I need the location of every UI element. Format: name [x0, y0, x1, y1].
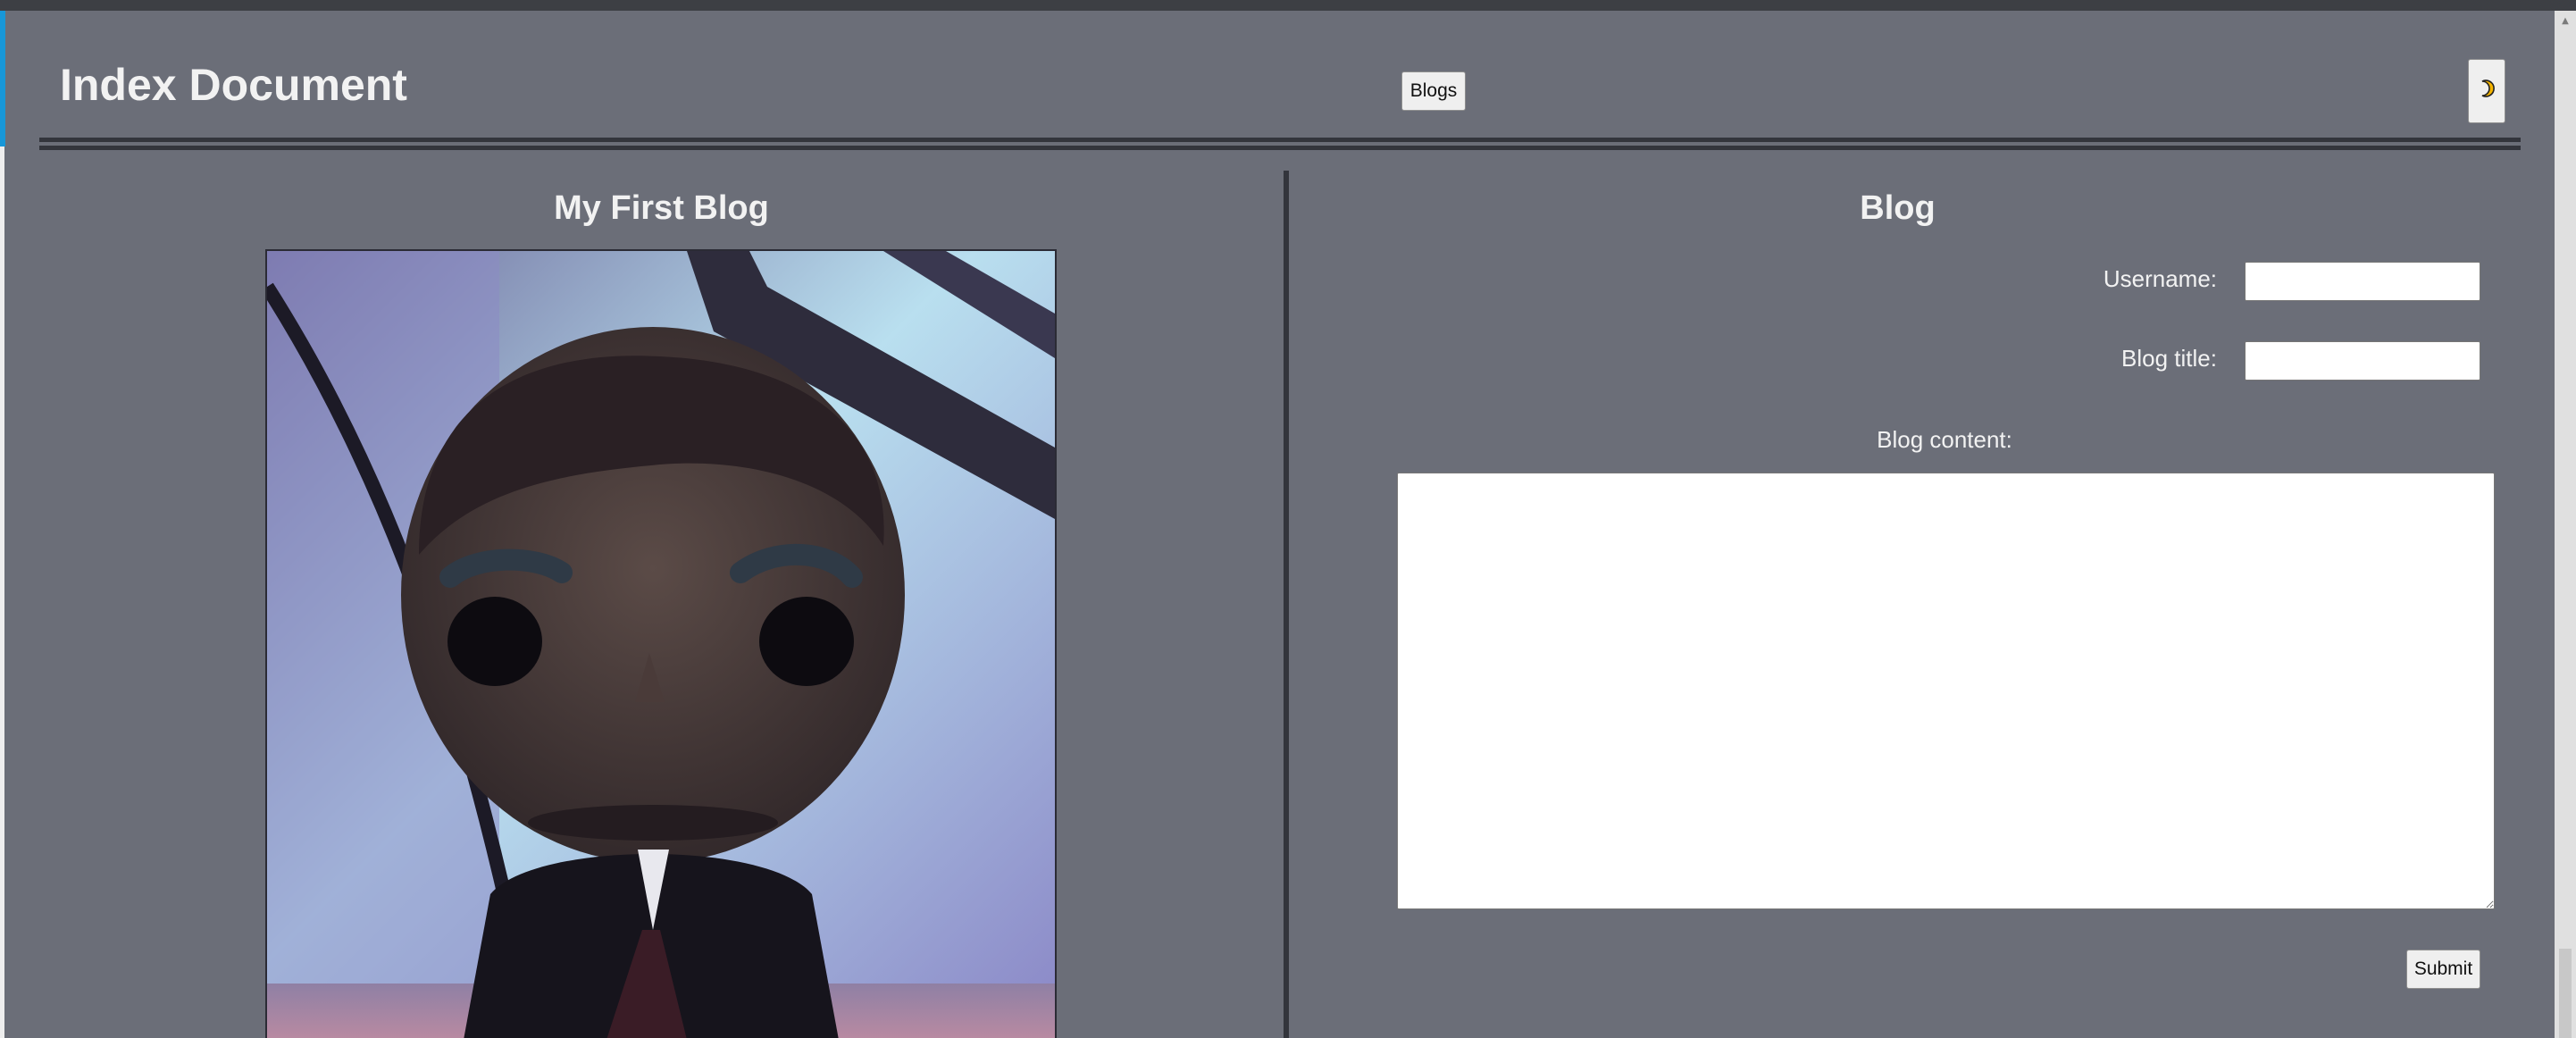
blog-content-textarea[interactable]: [1397, 473, 2495, 909]
figurine-photo: [267, 251, 1055, 1038]
scroll-up-arrow-icon[interactable]: ▲: [2555, 11, 2576, 32]
moon-icon: [2477, 79, 2497, 104]
blog-title-label: Blog title:: [2121, 345, 2217, 372]
header-divider: [39, 138, 2521, 150]
username-input[interactable]: [2245, 262, 2480, 301]
submit-button[interactable]: Submit: [2406, 950, 2480, 989]
blogs-button[interactable]: Blogs: [1401, 71, 1466, 111]
left-edge-strip: [0, 146, 4, 1038]
theme-toggle-button[interactable]: [2468, 59, 2505, 123]
blog-post-title: My First Blog: [554, 189, 769, 227]
blog-content-label: Blog content:: [1877, 426, 2012, 453]
vertical-scrollbar[interactable]: ▲: [2555, 11, 2576, 1038]
page-title: Index Document: [60, 60, 407, 110]
blog-form-title: Blog: [1860, 189, 1936, 227]
browser-top-bar: [0, 0, 2576, 11]
scrollbar-thumb[interactable]: [2559, 949, 2572, 1038]
username-label: Username:: [2103, 265, 2217, 292]
left-accent-strip: [0, 11, 5, 146]
blog-title-input[interactable]: [2245, 341, 2480, 381]
blog-post-image: [265, 249, 1057, 1038]
column-divider: [1284, 171, 1289, 1038]
